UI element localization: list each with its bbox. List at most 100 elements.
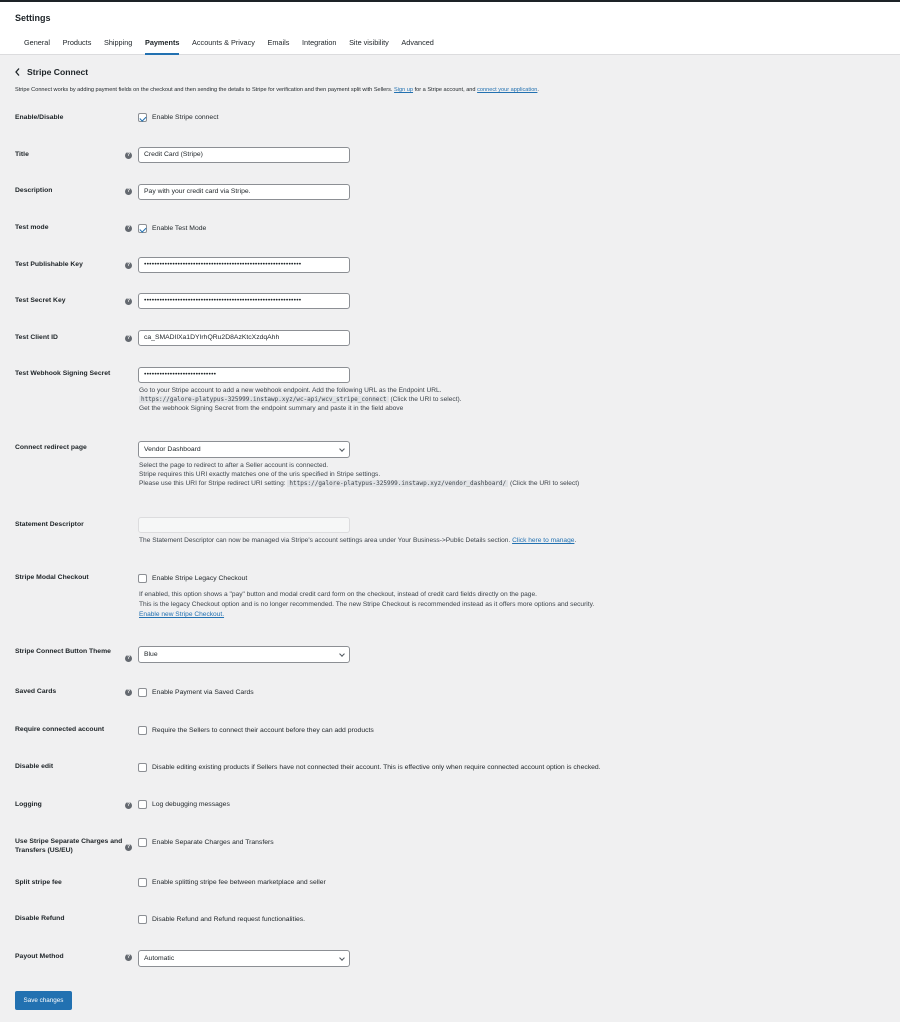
disable-refund-label: Disable Refund — [15, 915, 65, 922]
test-mode-checkbox[interactable] — [138, 224, 147, 233]
tab-advanced[interactable]: Advanced — [401, 38, 433, 55]
sign-up-link[interactable]: Sign up — [394, 87, 413, 93]
test-mode-row[interactable]: Enable Test Mode — [138, 224, 206, 233]
modal-label: Stripe Modal Checkout — [15, 574, 89, 581]
chevron-down-icon — [339, 651, 345, 657]
redirect-select[interactable]: Vendor Dashboard — [138, 441, 350, 458]
manage-link[interactable]: Click here to manage — [512, 537, 574, 544]
logging-row[interactable]: Log debugging messages — [138, 800, 230, 809]
disable-refund-row[interactable]: Disable Refund and Refund request functi… — [138, 915, 305, 924]
require-text: Require the Sellers to connect their acc… — [152, 727, 374, 734]
redirect-value: Vendor Dashboard — [144, 446, 201, 453]
title-label: Title — [15, 151, 29, 158]
webhook-url-line: https://galore-platypus-325999.instawp.x… — [139, 395, 462, 404]
modal-desc-2: This is the legacy Checkout option and i… — [139, 601, 595, 608]
tab-accounts-privacy[interactable]: Accounts & Privacy — [192, 38, 255, 55]
redirect-uri[interactable]: https://galore-platypus-325999.instawp.x… — [287, 480, 509, 487]
separate-charges-text: Enable Separate Charges and Transfers — [152, 839, 274, 846]
test-mode-label: Test mode — [15, 224, 49, 231]
intro-text-end: . — [537, 87, 539, 93]
enable-checkbox[interactable] — [138, 113, 147, 122]
tab-payments[interactable]: Payments — [144, 38, 180, 55]
enable-text: Enable Stripe connect — [152, 114, 219, 121]
split-fee-label: Split stripe fee — [15, 879, 62, 886]
help-icon[interactable]: ? — [125, 689, 132, 696]
modal-desc: If enabled, this option shows a "pay" bu… — [139, 591, 537, 598]
webhook-input[interactable]: •••••••••••••••••••••••••••• — [138, 367, 350, 383]
help-icon[interactable]: ? — [125, 335, 132, 342]
require-checkbox[interactable] — [138, 726, 147, 735]
disable-edit-label: Disable edit — [15, 763, 54, 770]
saved-cards-checkbox[interactable] — [138, 688, 147, 697]
tab-integration[interactable]: Integration — [302, 38, 336, 55]
modal-row[interactable]: Enable Stripe Legacy Checkout — [138, 574, 247, 583]
separate-charges-checkbox[interactable] — [138, 838, 147, 847]
saved-cards-text: Enable Payment via Saved Cards — [152, 689, 254, 696]
redirect-desc-2: Stripe requires this URI exactly matches… — [139, 471, 381, 478]
description-input[interactable]: Pay with your credit card via Stripe. — [138, 184, 350, 200]
saved-cards-row[interactable]: Enable Payment via Saved Cards — [138, 688, 254, 697]
theme-label: Stripe Connect Button Theme — [15, 648, 111, 655]
payout-label: Payout Method — [15, 953, 64, 960]
tab-emails[interactable]: Emails — [267, 38, 289, 55]
redirect-url-prefix: Please use this URI for Stripe redirect … — [139, 480, 288, 487]
description-label: Description — [15, 187, 53, 194]
enable-checkbox-row[interactable]: Enable Stripe connect — [138, 113, 219, 122]
secret-key-input[interactable]: ••••••••••••••••••••••••••••••••••••••••… — [138, 293, 350, 309]
modal-checkbox[interactable] — [138, 574, 147, 583]
help-icon[interactable]: ? — [125, 188, 132, 195]
saved-cards-label: Saved Cards — [15, 688, 57, 695]
help-icon[interactable]: ? — [125, 225, 132, 232]
new-checkout-link[interactable]: Enable new Stripe Checkout. — [139, 611, 224, 618]
chevron-down-icon — [339, 955, 345, 961]
client-id-input[interactable]: ca_SMADIlXa1DYIrhQRu2D8AzKtcXzdqAhh — [138, 330, 350, 346]
webhook-endpoint-url[interactable]: https://galore-platypus-325999.instawp.x… — [139, 396, 389, 403]
theme-select[interactable]: Blue — [138, 646, 350, 663]
section-intro: Stripe Connect works by adding payment f… — [15, 87, 539, 93]
help-icon[interactable]: ? — [125, 954, 132, 961]
publishable-key-label: Test Publishable Key — [15, 261, 83, 268]
chevron-left-icon[interactable] — [15, 68, 20, 76]
title-input[interactable]: Credit Card (Stripe) — [138, 147, 350, 163]
client-id-label: Test Client ID — [15, 334, 58, 341]
logging-checkbox[interactable] — [138, 800, 147, 809]
require-row[interactable]: Require the Sellers to connect their acc… — [138, 726, 374, 735]
help-icon[interactable]: ? — [125, 262, 132, 269]
redirect-desc: Select the page to redirect to after a S… — [139, 462, 329, 469]
connect-application-link[interactable]: connect your application — [477, 87, 537, 93]
chevron-down-icon — [339, 446, 345, 452]
require-label: Require connected account — [15, 726, 105, 733]
disable-refund-checkbox[interactable] — [138, 915, 147, 924]
publishable-key-input[interactable]: ••••••••••••••••••••••••••••••••••••••••… — [138, 257, 350, 273]
tab-products[interactable]: Products — [63, 38, 92, 55]
header: Settings General Products Shipping Payme… — [0, 2, 900, 55]
tab-general[interactable]: General — [24, 38, 50, 55]
statement-desc: The Statement Descriptor can now be mana… — [139, 536, 576, 545]
save-changes-button[interactable]: Save changes — [15, 991, 72, 1010]
enable-label: Enable/Disable — [15, 114, 64, 121]
secret-key-label: Test Secret Key — [15, 297, 66, 304]
help-icon[interactable]: ? — [125, 844, 132, 851]
separate-charges-label: Use Stripe Separate Charges and Transfer… — [15, 838, 123, 854]
disable-edit-checkbox[interactable] — [138, 763, 147, 772]
page-title: Settings — [15, 13, 51, 23]
logging-label: Logging — [15, 801, 42, 808]
tab-site-visibility[interactable]: Site visibility — [349, 38, 389, 55]
new-checkout-link-line: Enable new Stripe Checkout. — [139, 610, 224, 619]
help-icon[interactable]: ? — [125, 298, 132, 305]
logging-text: Log debugging messages — [152, 801, 230, 808]
separate-charges-row[interactable]: Enable Separate Charges and Transfers — [138, 838, 274, 847]
split-fee-row[interactable]: Enable splitting stripe fee between mark… — [138, 878, 326, 887]
modal-text: Enable Stripe Legacy Checkout — [152, 575, 248, 582]
disable-edit-text: Disable editing existing products if Sel… — [152, 764, 601, 771]
intro-text: Stripe Connect works by adding payment f… — [15, 87, 395, 93]
section-heading: Stripe Connect — [15, 67, 88, 77]
tab-shipping[interactable]: Shipping — [104, 38, 132, 55]
help-icon[interactable]: ? — [125, 655, 132, 662]
test-mode-text: Enable Test Mode — [152, 225, 207, 232]
help-icon[interactable]: ? — [125, 802, 132, 809]
split-fee-checkbox[interactable] — [138, 878, 147, 887]
disable-edit-row[interactable]: Disable editing existing products if Sel… — [138, 763, 601, 772]
payout-select[interactable]: Automatic — [138, 950, 350, 967]
help-icon[interactable]: ? — [125, 152, 132, 159]
